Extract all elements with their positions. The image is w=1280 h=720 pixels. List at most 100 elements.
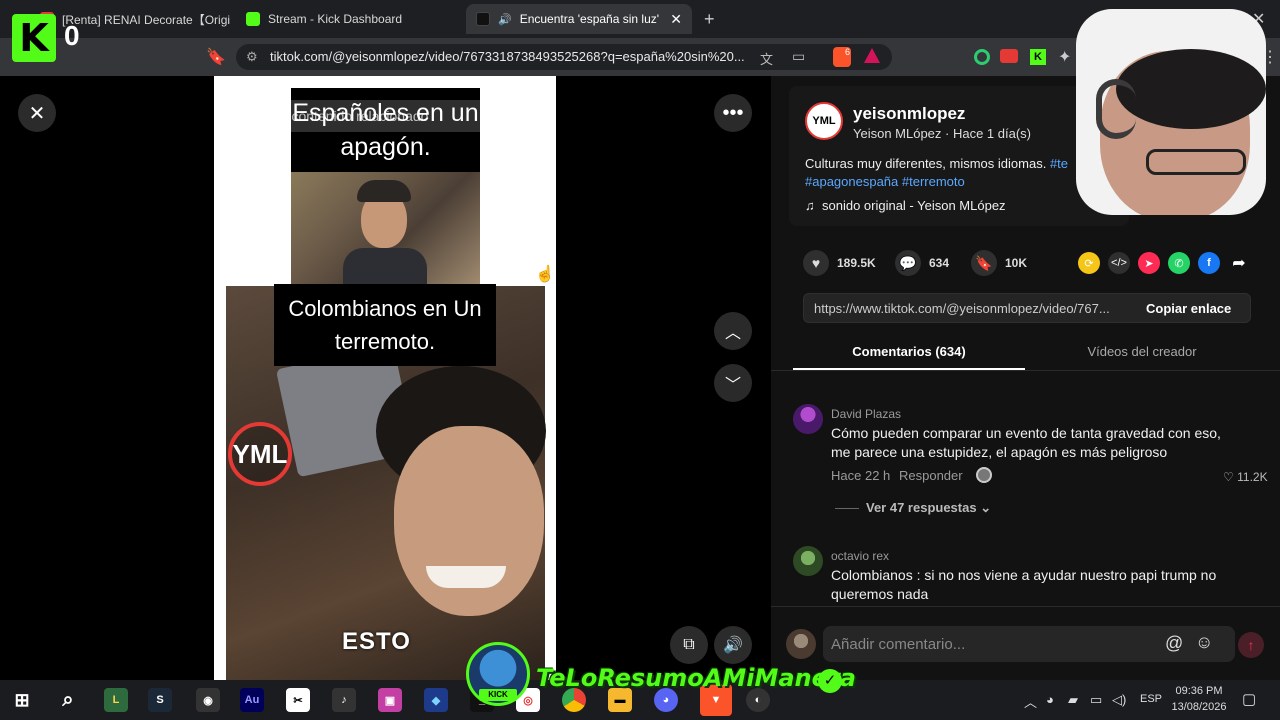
music-note-icon: ♫ [805, 198, 815, 213]
speaker-icon[interactable]: 🔊 [498, 13, 512, 26]
new-tab-icon[interactable]: + [704, 9, 715, 30]
send-comment-icon[interactable]: ↑ [1238, 632, 1264, 658]
share-link-box: https://www.tiktok.com/@yeisonmlopez/vid… [803, 293, 1251, 323]
tab-creator-videos[interactable]: Vídeos del creador [1027, 344, 1257, 370]
hashtag-link[interactable]: #te [1050, 156, 1068, 171]
comment-icon[interactable]: 💬 [895, 250, 921, 276]
hashtags[interactable]: #apagonespaña #terremoto [805, 174, 965, 189]
comment-text: Cómo pueden comparar un evento de tanta … [831, 425, 1221, 460]
volume-icon[interactable]: 🔊 [714, 626, 752, 664]
save-stat[interactable]: 🔖 10K [971, 250, 1027, 276]
video-player[interactable]: Buscar contenido relacionado ⌕ Españoles… [214, 76, 556, 680]
extensions-puzzle-icon[interactable]: ✦ [1058, 47, 1071, 67]
previous-video-icon[interactable]: ︿ [714, 312, 752, 350]
facebook-icon[interactable]: f [1198, 252, 1220, 274]
tab-label: [Renta] RENAI Decorate【Original Cl [62, 12, 230, 27]
copy-link-button[interactable]: Copiar enlace [1146, 301, 1231, 316]
like-count: 189.5K [837, 256, 876, 270]
tiktok-favicon-icon [476, 12, 490, 26]
sound-text: sonido original - Yeison MLópez [821, 198, 1006, 213]
tray-network-app-icon[interactable]: ▰ [1068, 692, 1078, 708]
close-tab-icon[interactable]: ✕ [670, 11, 682, 28]
webcam-hair-shape [1116, 49, 1266, 129]
windows-start-icon[interactable]: ⊞ [10, 688, 34, 712]
heart-outline-icon[interactable]: ♡ [1223, 470, 1234, 484]
torso-shape [343, 248, 427, 284]
bookmark-icon[interactable]: 🔖 [206, 47, 226, 67]
comment-avatar[interactable] [793, 404, 823, 434]
creator-avatar[interactable]: YML [805, 102, 843, 140]
share-more-icon[interactable]: ➦ [1228, 252, 1250, 274]
embed-icon[interactable]: </> [1108, 252, 1130, 274]
beanie-shape [357, 180, 411, 202]
next-video-icon[interactable]: ﹀ [714, 364, 752, 402]
clock-time[interactable]: 09:36 PM [1172, 685, 1226, 697]
repost-icon[interactable]: ⟳ [1078, 252, 1100, 274]
tab-renai[interactable]: [Renta] RENAI Decorate【Original Cl [30, 4, 230, 34]
cast-icon[interactable]: ▭ [792, 48, 805, 65]
picture-in-picture-icon[interactable]: ⧉ [670, 626, 708, 664]
view-replies-button[interactable]: Ver 47 respuestas ⌄ [866, 500, 991, 516]
media-app-icon[interactable]: ♪ [332, 688, 356, 712]
tabs-divider [771, 370, 1280, 371]
like-stat[interactable]: ♥ 189.5K [803, 250, 876, 276]
input-language[interactable]: ESP [1140, 693, 1162, 705]
obs-icon[interactable]: ◉ [196, 688, 220, 712]
more-options-icon[interactable]: ••• [714, 94, 752, 132]
capcut-icon[interactable]: ✂ [286, 688, 310, 712]
site-info-icon[interactable]: ⚙ [246, 44, 258, 70]
comment-avatar[interactable] [793, 546, 823, 576]
record-extension-icon[interactable] [1000, 49, 1018, 63]
tab-comments[interactable]: Comentarios (634) [793, 344, 1025, 370]
channel-avatar: KICK [466, 642, 530, 706]
comment-like[interactable]: ♡ 11.2K [1223, 470, 1268, 484]
comment-text: Colombianos : si no nos viene a ayudar n… [831, 567, 1217, 602]
translate-icon[interactable]: 文 [760, 49, 773, 68]
tiktok-video-viewer: ✕ Buscar contenido relacionado ⌕ Español… [0, 9, 1280, 706]
clock-date[interactable]: 13/08/2026 [1170, 701, 1228, 713]
comment-author[interactable]: octavio rex [831, 549, 889, 563]
network-icon[interactable]: ▭ [1090, 692, 1102, 708]
steam-icon[interactable]: S [148, 688, 172, 712]
kick-extension-icon[interactable]: K [1030, 49, 1046, 65]
photos-icon[interactable]: ▣ [378, 688, 402, 712]
volume-tray-icon[interactable]: ◁) [1112, 692, 1126, 708]
related-search-field[interactable]: Buscar contenido relacionado ⌕ [234, 100, 534, 132]
send-to-friends-icon[interactable]: ➤ [1138, 252, 1160, 274]
comment-author[interactable]: David Plazas [831, 407, 901, 421]
comment-input-placeholder: Añadir comentario... [831, 636, 966, 653]
search-icon[interactable]: ⌕ [514, 100, 522, 132]
creator-username[interactable]: yeisonmlopez [853, 104, 965, 124]
view-replies-label: Ver 47 respuestas [866, 500, 977, 515]
description-text: Culturas muy diferentes, mismos idiomas. [805, 156, 1047, 171]
notifications-icon[interactable]: ▢ [1242, 690, 1256, 708]
reply-button[interactable]: Responder [899, 468, 963, 483]
dev-tool-icon[interactable]: ◆ [424, 688, 448, 712]
comment-input[interactable]: Añadir comentario... @ ☺ [823, 626, 1235, 662]
bookmark-icon[interactable]: 🔖 [971, 250, 997, 276]
search-icon[interactable]: ⌕ [56, 688, 80, 712]
kick-viewer-count: 0 [64, 20, 80, 51]
clip-top-image [291, 172, 480, 284]
share-link-url[interactable]: https://www.tiktok.com/@yeisonmlopez/vid… [814, 301, 1110, 316]
audition-icon[interactable]: Au [240, 688, 264, 712]
comment-stat[interactable]: 💬 634 [895, 250, 949, 276]
sound-line[interactable]: ♫ sonido original - Yeison MLópez [805, 198, 1006, 213]
brave-shields-icon[interactable]: 6 [833, 47, 851, 67]
caption-bottom: ESTO [342, 628, 411, 655]
close-viewer-icon[interactable]: ✕ [18, 94, 56, 132]
heart-icon[interactable]: ♥ [803, 250, 829, 276]
related-search-placeholder: Buscar contenido relacionado [244, 108, 429, 124]
replies-divider [835, 508, 859, 509]
show-hidden-icons[interactable]: ︿ [1024, 692, 1037, 711]
tray-discord-icon[interactable]: ◕ [1046, 692, 1054, 707]
brave-rewards-icon[interactable] [864, 48, 880, 63]
emoji-icon[interactable]: ☺ [1195, 632, 1213, 653]
grammarly-extension-icon[interactable] [974, 49, 990, 65]
tab-tiktok-active[interactable]: 🔊 Encuentra 'españa sin luz' en ✕ [466, 4, 692, 34]
whatsapp-icon[interactable]: ✆ [1168, 252, 1190, 274]
creator-liked-avatar-icon [976, 467, 992, 483]
app-launcher-icon[interactable]: L [104, 688, 128, 712]
tab-kick-dashboard[interactable]: Stream - Kick Dashboard [236, 4, 456, 34]
mention-icon[interactable]: @ [1165, 633, 1183, 654]
